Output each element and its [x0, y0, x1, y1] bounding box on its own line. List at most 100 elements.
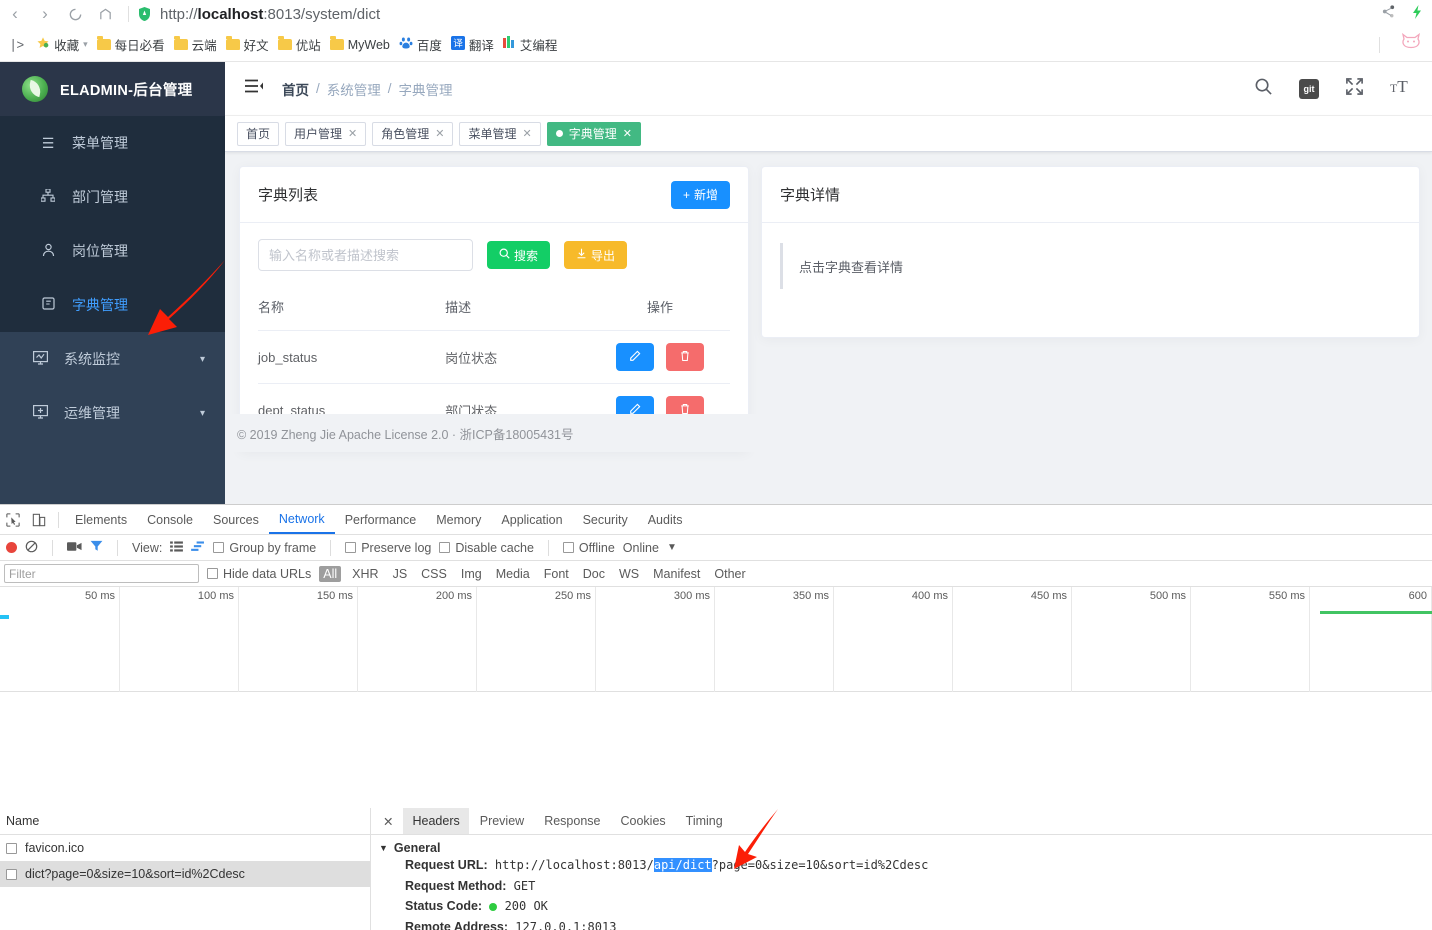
close-icon[interactable]: ✕: [523, 127, 532, 140]
filter-type-all[interactable]: All: [319, 565, 342, 582]
font-size-icon[interactable]: TT: [1390, 76, 1410, 101]
filter-icon[interactable]: [90, 540, 103, 555]
sidebar-item-system-monitor[interactable]: 系统监控 ▾: [0, 332, 225, 386]
table-row[interactable]: job_status 岗位状态: [258, 330, 730, 384]
detail-tab-timing[interactable]: Timing: [677, 808, 732, 834]
bookmark-translate[interactable]: 译 翻译: [450, 35, 494, 54]
filter-type-manifest[interactable]: Manifest: [650, 567, 703, 581]
filter-type-ws[interactable]: WS: [616, 567, 642, 581]
tab-role-management[interactable]: 角色管理 ✕: [372, 121, 454, 146]
network-timeline-overview[interactable]: 50 ms 100 ms 150 ms 200 ms 250 ms 300 ms…: [0, 587, 1432, 692]
add-dict-button[interactable]: + 新增: [670, 180, 730, 209]
header-request-url: Request URL: http://localhost:8013/api/d…: [405, 855, 1432, 876]
search-button[interactable]: 搜索: [487, 241, 551, 269]
list-item[interactable]: favicon.ico: [0, 835, 370, 861]
devtools-tab-security[interactable]: Security: [573, 505, 638, 534]
cat-extension-icon[interactable]: [1400, 32, 1422, 58]
filter-type-font[interactable]: Font: [541, 567, 572, 581]
group-by-frame-checkbox[interactable]: Group by frame: [213, 541, 316, 555]
sidebar-item-job-management[interactable]: 岗位管理: [0, 224, 225, 278]
devtools-tab-sources[interactable]: Sources: [203, 505, 269, 534]
delete-icon[interactable]: [665, 343, 704, 371]
preserve-log-label: Preserve log: [361, 540, 432, 555]
list-item[interactable]: dict?page=0&size=10&sort=id%2Cdesc: [0, 861, 370, 887]
disable-cache-checkbox[interactable]: Disable cache: [439, 541, 534, 555]
close-icon[interactable]: ✕: [623, 127, 632, 140]
devtools-tab-network[interactable]: Network: [268, 505, 335, 534]
share-icon[interactable]: [1381, 4, 1396, 24]
chevron-down-icon[interactable]: ▾: [83, 39, 88, 50]
devtools-tab-performance[interactable]: Performance: [335, 505, 427, 534]
sidebar-item-dept-management[interactable]: 部门管理: [0, 170, 225, 224]
forward-icon[interactable]: ›: [30, 0, 60, 28]
filter-input[interactable]: [4, 564, 199, 583]
toolbar-divider: [52, 539, 53, 556]
fullscreen-icon[interactable]: [1345, 77, 1364, 101]
bookmark-folder-5[interactable]: MyWeb: [329, 36, 390, 52]
filter-type-media[interactable]: Media: [493, 567, 533, 581]
waterfall-view-icon[interactable]: [191, 540, 205, 555]
filter-type-js[interactable]: JS: [390, 567, 411, 581]
back-icon[interactable]: ‹: [0, 0, 30, 28]
address-bar[interactable]: http://localhost:8013/system/dict: [160, 6, 380, 23]
search-input[interactable]: [258, 239, 473, 271]
filter-type-other[interactable]: Other: [711, 567, 748, 581]
filter-type-img[interactable]: Img: [458, 567, 485, 581]
bookmarks-list-icon[interactable]: ∣>: [10, 37, 24, 53]
bookmark-folder-2[interactable]: 云端: [173, 35, 217, 54]
breadcrumb-item-home[interactable]: 首页: [282, 79, 309, 99]
devtools-tab-memory[interactable]: Memory: [426, 505, 491, 534]
devtools-tab-console[interactable]: Console: [137, 505, 203, 534]
bookmark-folder-3[interactable]: 好文: [225, 35, 269, 54]
devtools-tab-audits[interactable]: Audits: [638, 505, 693, 534]
devtools-tab-elements[interactable]: Elements: [65, 505, 137, 534]
reload-icon[interactable]: [60, 0, 90, 28]
general-section-title[interactable]: ▼ General: [379, 841, 1432, 855]
close-icon[interactable]: ✕: [348, 127, 357, 140]
filter-type-xhr[interactable]: XHR: [349, 567, 381, 581]
filter-type-css[interactable]: CSS: [418, 567, 450, 581]
export-button[interactable]: 导出: [564, 241, 628, 269]
record-icon[interactable]: [6, 542, 17, 553]
tab-user-management[interactable]: 用户管理 ✕: [285, 121, 367, 146]
tab-menu-management[interactable]: 菜单管理 ✕: [459, 121, 541, 146]
triangle-down-icon: ▼: [379, 843, 388, 853]
bookmark-baidu[interactable]: 百度: [399, 35, 442, 54]
offline-checkbox[interactable]: Offline: [562, 541, 615, 555]
hamburger-icon[interactable]: [245, 79, 264, 99]
bookmark-aibiancheng[interactable]: 艾编程: [502, 35, 557, 54]
close-icon[interactable]: ✕: [375, 814, 401, 829]
sidebar-item-dict-management[interactable]: 字典管理: [0, 278, 225, 332]
detail-tab-response[interactable]: Response: [535, 808, 609, 834]
preserve-log-checkbox[interactable]: Preserve log: [345, 541, 431, 555]
bookmark-folder-1[interactable]: 每日必看: [96, 35, 165, 54]
edit-icon[interactable]: [616, 343, 655, 371]
requests-column-header[interactable]: Name: [0, 808, 370, 835]
inspect-element-icon[interactable]: [0, 512, 26, 527]
tab-dict-management[interactable]: 字典管理 ✕: [546, 121, 641, 146]
chevron-down-icon[interactable]: ▼: [667, 542, 677, 553]
search-icon[interactable]: [1254, 77, 1273, 101]
bookmark-folder-4[interactable]: 优站: [277, 35, 321, 54]
bookmark-favorites[interactable]: 收藏 ▾: [36, 35, 88, 54]
home-icon[interactable]: [90, 0, 120, 28]
detail-tab-headers[interactable]: Headers: [403, 808, 469, 834]
lightning-icon[interactable]: [1410, 4, 1424, 25]
detail-tab-preview[interactable]: Preview: [471, 808, 533, 834]
detail-tab-cookies[interactable]: Cookies: [612, 808, 675, 834]
sidebar-item-menu-management[interactable]: ☰ 菜单管理: [0, 116, 225, 170]
group-by-frame-label: Group by frame: [229, 540, 317, 555]
throttling-select[interactable]: Online: [623, 541, 659, 555]
device-toolbar-icon[interactable]: [26, 513, 52, 527]
devtools-tab-application[interactable]: Application: [491, 505, 572, 534]
git-icon[interactable]: git: [1299, 78, 1319, 99]
tab-home[interactable]: 首页: [237, 121, 280, 146]
hide-data-urls-checkbox[interactable]: Hide data URLs: [207, 567, 311, 581]
camera-icon[interactable]: [67, 541, 82, 555]
filter-type-doc[interactable]: Doc: [580, 567, 608, 581]
list-view-icon[interactable]: [170, 540, 184, 555]
sidebar-item-ops-management[interactable]: 运维管理 ▾: [0, 386, 225, 440]
clear-icon[interactable]: [25, 540, 38, 556]
close-icon[interactable]: ✕: [435, 127, 444, 140]
sidebar-logo[interactable]: ELADMIN-后台管理: [0, 62, 225, 116]
